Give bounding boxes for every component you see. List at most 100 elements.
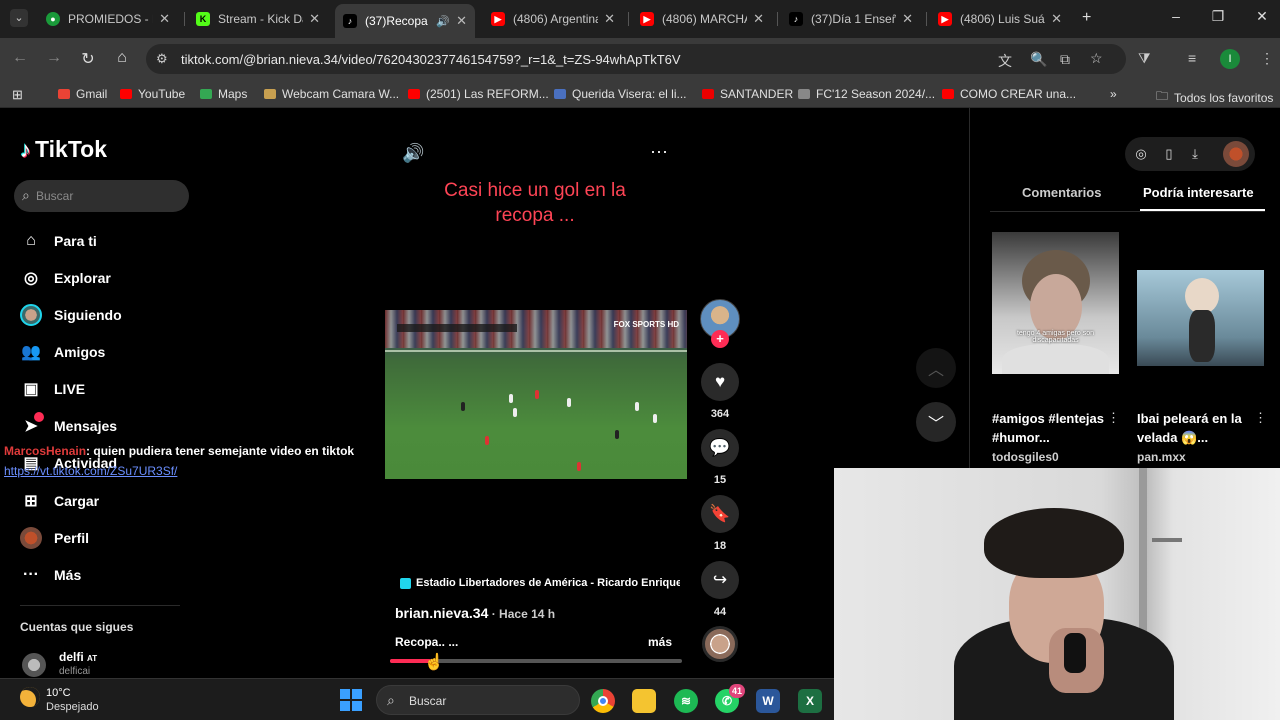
bookmark-youtube[interactable]: YouTube <box>120 87 185 101</box>
tab-podria-interesarte[interactable]: Podría interesarte <box>1143 185 1254 200</box>
maximize-icon[interactable]: ❐ <box>1208 8 1228 25</box>
bookmark-reformas[interactable]: (2501) Las REFORM... <box>408 87 549 101</box>
comment-button[interactable]: 💬 <box>701 429 739 467</box>
more-button[interactable]: más <box>648 635 672 649</box>
site-info-icon[interactable]: ⚙ <box>156 51 168 67</box>
compass-icon[interactable]: ◎ <box>1133 146 1149 162</box>
share-button[interactable]: ↪ <box>701 561 739 599</box>
nav-mensajes[interactable]: ➤ Mensajes <box>20 411 117 441</box>
bookmark-santander[interactable]: SANTANDER <box>702 87 793 101</box>
tab-youtube-suarez[interactable]: ▶ (4806) Luis Suár ✕ <box>930 6 1070 32</box>
save-button[interactable]: 🔖 <box>701 495 739 533</box>
tab-youtube-marcha[interactable]: ▶ (4806) MARCHA ✕ <box>632 6 772 32</box>
close-icon[interactable]: ✕ <box>456 13 467 29</box>
following-avatar-icon <box>20 304 42 326</box>
kebab-menu-icon[interactable]: ⋮ <box>1107 410 1120 426</box>
excel-icon[interactable]: X <box>798 689 822 713</box>
suggestion-user[interactable]: todosgiles0 <box>992 450 1059 464</box>
address-bar[interactable]: ⚙ tiktok.com/@brian.nieva.34/video/76204… <box>146 44 1126 74</box>
nav-cargar[interactable]: ⊞ Cargar <box>20 486 99 516</box>
install-app-icon[interactable]: ⧉ <box>1060 51 1070 68</box>
windows-start-icon[interactable] <box>340 689 362 711</box>
all-bookmarks[interactable]: 🗀 Todos los favoritos <box>1156 87 1273 108</box>
nav-para-ti[interactable]: ⌂ Para ti <box>20 226 97 256</box>
media-controls-icon[interactable]: ≡ <box>1188 50 1196 66</box>
file-explorer-icon[interactable] <box>632 689 656 713</box>
follow-button[interactable]: + <box>711 330 729 348</box>
close-icon[interactable]: ✕ <box>159 11 170 27</box>
tab-promiedos[interactable]: ● PROMIEDOS - Fú ✕ <box>38 6 178 32</box>
extensions-icon[interactable]: ⧩ <box>1138 50 1151 67</box>
spotify-icon[interactable]: ≋ <box>674 689 698 713</box>
zoom-icon[interactable]: 🔍 <box>1030 51 1047 68</box>
tab-tiktok-recopa[interactable]: ♪ (37)Recopa 🔊 ✕ <box>335 4 475 38</box>
url-text[interactable]: tiktok.com/@brian.nieva.34/video/7620430… <box>181 52 681 67</box>
taskbar-search[interactable]: ⌕ Buscar <box>376 685 580 715</box>
tab-kick[interactable]: K Stream - Kick Da ✕ <box>188 6 328 32</box>
suggestion-title[interactable]: Ibai peleará en la velada 😱... <box>1137 409 1257 447</box>
menu-kebab-icon[interactable]: ⋮ <box>1260 50 1274 67</box>
suggestion-thumbnail[interactable] <box>1137 270 1264 366</box>
suggestion-thumbnail[interactable]: tengo 4 amigas pero son discapacitadas <box>992 232 1119 374</box>
chat-overlay-link[interactable]: https://vt.tiktok.com/ZSu7UR3Sf/ <box>4 464 177 478</box>
home-icon[interactable]: ⌂ <box>112 49 132 67</box>
search-box[interactable]: ⌕ <box>14 180 189 212</box>
apps-icon[interactable]: ⊞ <box>12 87 23 103</box>
minimize-icon[interactable]: – <box>1166 8 1186 24</box>
new-tab-icon[interactable]: + <box>1082 9 1091 27</box>
search-input[interactable] <box>36 186 176 206</box>
more-bookmarks-icon[interactable]: » <box>1110 87 1117 101</box>
word-icon[interactable]: W <box>756 689 780 713</box>
volume-icon[interactable]: 🔊 <box>402 143 424 164</box>
forward-icon[interactable]: → <box>44 49 64 67</box>
previous-video-button[interactable]: ︿ <box>916 348 956 388</box>
tiktok-logo[interactable]: ♪ TikTok <box>20 136 107 163</box>
bookmark-gmail[interactable]: Gmail <box>58 87 107 101</box>
like-button[interactable]: ♥ <box>701 363 739 401</box>
bookmark-querida-visera[interactable]: Querida Visera: el li... <box>554 87 687 101</box>
more-options-icon[interactable]: ··· <box>650 141 668 162</box>
next-video-button[interactable]: ﹀ <box>916 402 956 442</box>
bookmark-fc12[interactable]: FC'12 Season 2024/... <box>798 87 935 101</box>
download-icon[interactable]: ⤓ <box>1187 146 1203 162</box>
phone-icon[interactable]: ▯ <box>1161 146 1177 162</box>
reload-icon[interactable]: ↻ <box>78 49 98 69</box>
close-icon[interactable]: ✕ <box>1051 11 1062 27</box>
moon-weather-icon[interactable] <box>20 687 40 707</box>
tab-tiktok-dia1[interactable]: ♪ (37)Día 1 Enseñ ✕ <box>781 6 921 32</box>
close-icon[interactable]: ✕ <box>309 11 320 27</box>
avatar[interactable] <box>1223 141 1249 167</box>
video-author[interactable]: brian.nieva.34 · Hace 14 h <box>395 605 555 621</box>
video-player[interactable]: FOX SPORTS HD <box>385 310 687 479</box>
close-icon[interactable]: ✕ <box>604 11 615 27</box>
bookmark-star-icon[interactable]: ☆ <box>1090 50 1103 67</box>
bookmark-como-crear[interactable]: COMO CREAR una... <box>942 87 1076 101</box>
kebab-menu-icon[interactable]: ⋮ <box>1254 410 1267 426</box>
chrome-icon[interactable] <box>591 689 615 713</box>
weather-description[interactable]: Despejado <box>46 701 99 713</box>
tab-comentarios[interactable]: Comentarios <box>1022 185 1101 200</box>
close-window-icon[interactable]: ✕ <box>1252 8 1272 25</box>
translate-icon[interactable]: 文 <box>998 51 1012 71</box>
nav-mas[interactable]: ··· Más <box>20 560 81 590</box>
sound-disc[interactable] <box>702 626 738 662</box>
bookmark-maps[interactable]: Maps <box>200 87 247 101</box>
nav-perfil[interactable]: Perfil <box>20 523 89 553</box>
back-icon[interactable]: ← <box>10 49 30 67</box>
close-icon[interactable]: ✕ <box>753 11 764 27</box>
nav-explorar[interactable]: ◎ Explorar <box>20 263 111 293</box>
suggestion-title[interactable]: #amigos #lentejas #humor... <box>992 409 1112 447</box>
following-account[interactable]: delfi AT delficai <box>22 649 182 678</box>
nav-amigos[interactable]: 👥 Amigos <box>20 337 105 367</box>
bookmark-webcam[interactable]: Webcam Camara W... <box>264 87 399 101</box>
suggestion-user[interactable]: pan.mxx <box>1137 450 1186 464</box>
location-tag[interactable]: Estadio Libertadores de América - Ricard… <box>400 577 680 589</box>
close-icon[interactable]: ✕ <box>902 11 913 27</box>
tab-youtube-argentina[interactable]: ▶ (4806) Argentina ✕ <box>483 6 623 32</box>
speaker-icon[interactable]: 🔊 <box>436 15 450 28</box>
nav-live[interactable]: ▣ LIVE <box>20 374 85 404</box>
nav-siguiendo[interactable]: Siguiendo <box>20 300 122 330</box>
profile-avatar[interactable]: I <box>1220 49 1240 69</box>
weather-temperature[interactable]: 10°C <box>46 687 71 699</box>
tab-search-button[interactable]: ⌄ <box>10 9 28 27</box>
